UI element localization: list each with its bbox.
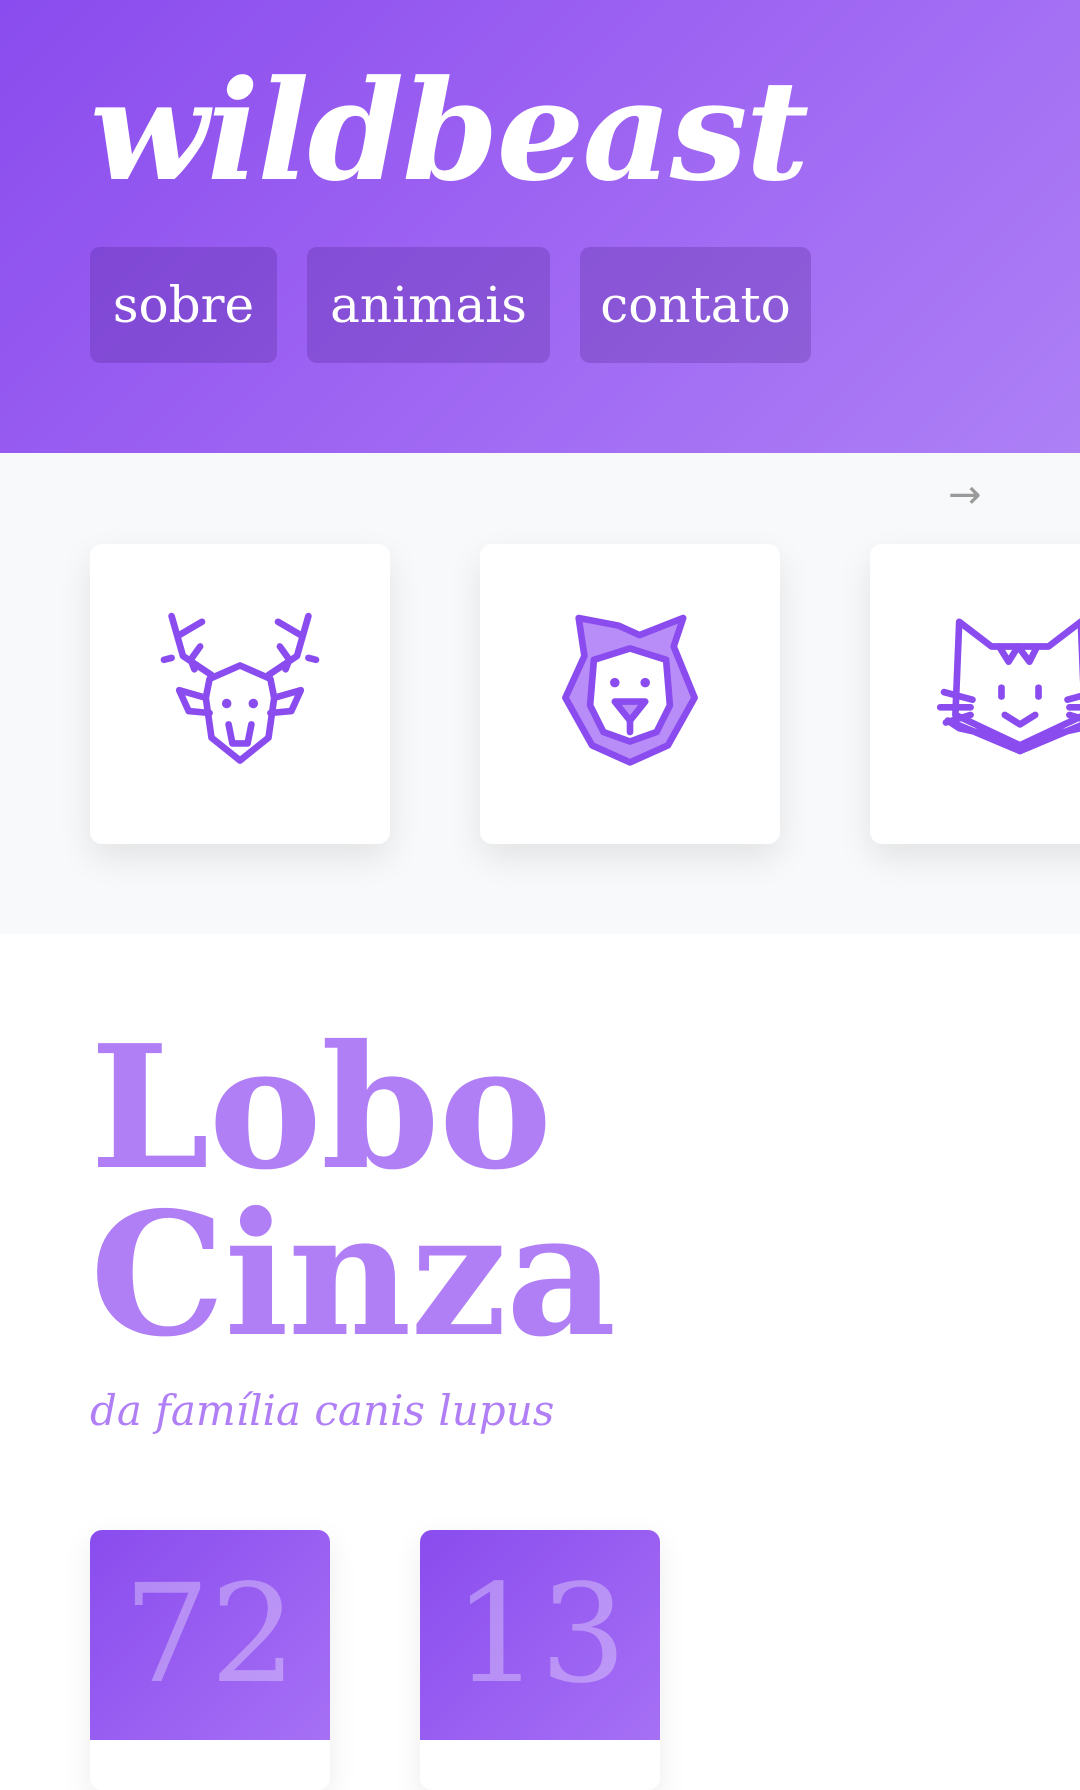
cat-icon <box>936 618 1080 755</box>
stat-header: 72 <box>90 1530 330 1740</box>
stat-header: 13 <box>420 1530 660 1740</box>
site-header: wildbeast sobre animais contato <box>0 0 1080 453</box>
main-nav: sobre animais contato <box>90 247 811 363</box>
stat-card: 13 <box>420 1530 660 1790</box>
carousel-next-arrow-icon[interactable]: → <box>948 475 982 515</box>
brand-logo[interactable]: wildbeast <box>90 62 809 200</box>
animal-card-deer[interactable] <box>90 544 390 844</box>
nav-item-animais[interactable]: animais <box>307 247 550 363</box>
animal-family: da família canis lupus <box>90 1386 555 1435</box>
deer-icon <box>160 612 320 764</box>
animal-carousel: → <box>0 453 1080 934</box>
animal-card-cat[interactable] <box>870 544 1080 844</box>
animal-name: Lobo Cinza <box>90 1023 616 1360</box>
lion-icon <box>562 614 698 766</box>
nav-item-contato[interactable]: contato <box>580 247 811 363</box>
stat-value: 72 <box>123 1556 297 1714</box>
nav-item-sobre[interactable]: sobre <box>90 247 277 363</box>
stat-value: 13 <box>453 1556 627 1714</box>
animal-card-lion[interactable] <box>480 544 780 844</box>
stat-card: 72 <box>90 1530 330 1790</box>
animal-name-line2: Cinza <box>90 1174 616 1375</box>
